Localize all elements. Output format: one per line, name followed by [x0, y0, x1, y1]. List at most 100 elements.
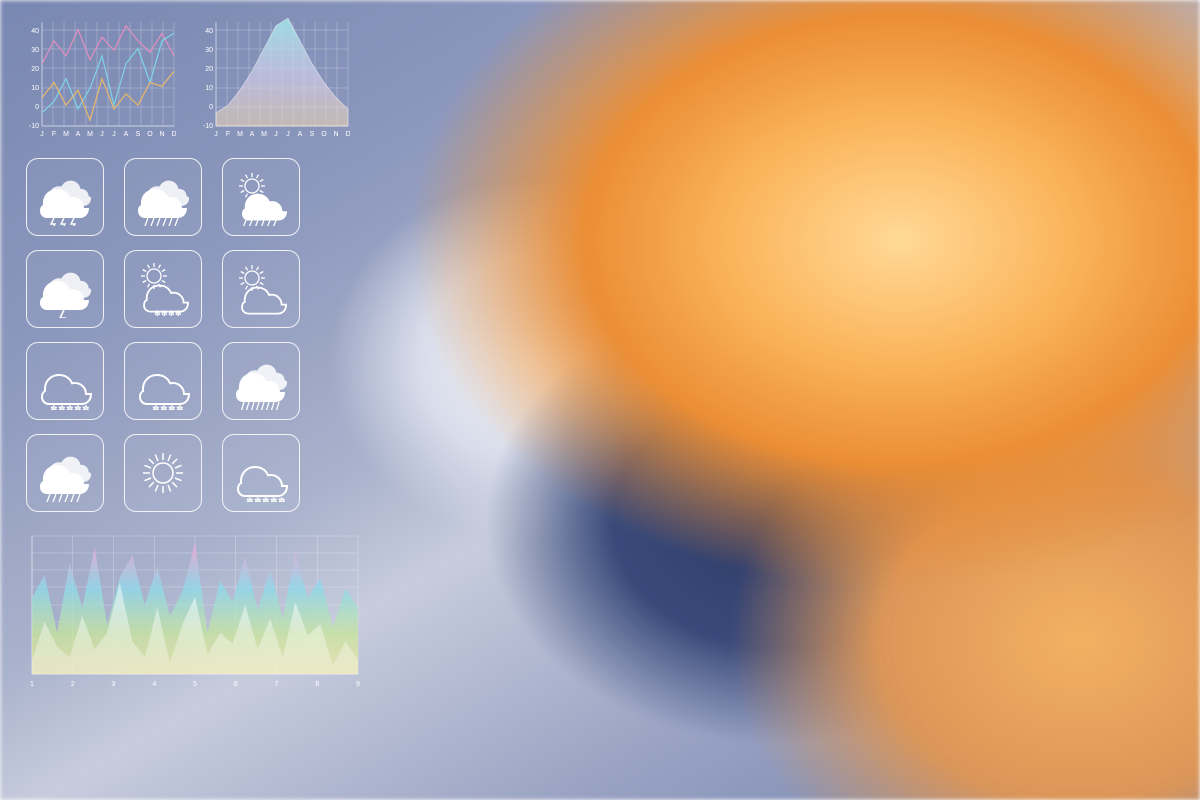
- svg-text:S: S: [310, 131, 315, 138]
- svg-text:O: O: [147, 131, 153, 138]
- svg-text:✽: ✽: [176, 404, 184, 410]
- svg-text:40: 40: [31, 28, 39, 35]
- chart-top-left: 40 30 20 10 0 -10 JFMAMJJASOND: [26, 14, 176, 144]
- svg-text:✽: ✽: [278, 496, 286, 502]
- weather-overlay-panel: 40 30 20 10 0 -10 JFMAMJJASOND: [26, 14, 410, 786]
- svg-text:✽: ✽: [168, 309, 175, 318]
- chart-series: [32, 543, 358, 674]
- svg-text:20: 20: [31, 66, 39, 73]
- x-tick-labels: JFMAMJJASOND: [214, 131, 350, 138]
- svg-text:20: 20: [205, 66, 213, 73]
- svg-text:✽: ✽: [175, 309, 182, 318]
- sun-showers-icon-glyph: [232, 168, 290, 226]
- svg-text:A: A: [298, 131, 303, 138]
- svg-text:J: J: [40, 131, 44, 138]
- top-charts-row: 40 30 20 10 0 -10 JFMAMJJASOND: [26, 14, 410, 144]
- svg-text:✽: ✽: [262, 496, 270, 502]
- svg-text:✽: ✽: [152, 404, 160, 410]
- svg-text:✽: ✽: [160, 404, 168, 410]
- sunny-icon-glyph: [134, 444, 192, 502]
- svg-text:40: 40: [205, 28, 213, 35]
- sleet-icon[interactable]: ✽✽✽✽: [124, 342, 202, 420]
- snow-icon-glyph: ✽✽✽✽✽: [36, 352, 94, 410]
- sunny-icon[interactable]: [124, 434, 202, 512]
- svg-text:N: N: [159, 131, 164, 138]
- svg-text:M: M: [237, 131, 243, 138]
- svg-text:✽: ✽: [74, 404, 82, 410]
- svg-text:N: N: [333, 131, 338, 138]
- cloud-snow-icon[interactable]: ✽✽✽✽✽: [222, 434, 300, 512]
- svg-text:10: 10: [205, 85, 213, 92]
- svg-text:-10: -10: [29, 123, 39, 130]
- svg-text:J: J: [274, 131, 278, 138]
- cloud-snow-icon-glyph: ✽✽✽✽✽: [232, 444, 290, 502]
- svg-text:M: M: [261, 131, 267, 138]
- svg-text:✽: ✽: [50, 404, 58, 410]
- svg-text:10: 10: [31, 85, 39, 92]
- chart-bottom: 123456789: [26, 532, 410, 692]
- svg-text:✽: ✽: [254, 496, 262, 502]
- svg-text:✽: ✽: [246, 496, 254, 502]
- svg-text:✽: ✽: [58, 404, 66, 410]
- partly-cloudy-snow-icon[interactable]: ✽✽✽✽: [124, 250, 202, 328]
- svg-text:1: 1: [30, 681, 34, 688]
- svg-text:J: J: [214, 131, 218, 138]
- heavy-rain-icon-glyph: [232, 352, 290, 410]
- svg-text:30: 30: [205, 47, 213, 54]
- svg-text:8: 8: [315, 681, 319, 688]
- svg-text:3: 3: [112, 681, 116, 688]
- svg-text:30: 30: [31, 47, 39, 54]
- heavy-rain-icon[interactable]: [222, 342, 300, 420]
- y-tick-labels: 40 30 20 10 0 -10: [203, 28, 213, 130]
- svg-text:5: 5: [193, 681, 197, 688]
- svg-text:M: M: [87, 131, 93, 138]
- partly-cloudy-icon-glyph: [232, 260, 290, 318]
- svg-text:2: 2: [71, 681, 75, 688]
- svg-text:✽: ✽: [154, 309, 161, 318]
- thunderstorm-icon-glyph: [36, 168, 94, 226]
- svg-text:✽: ✽: [168, 404, 176, 410]
- svg-text:✽: ✽: [270, 496, 278, 502]
- showers-icon[interactable]: [124, 158, 202, 236]
- rain-icon-glyph: [36, 444, 94, 502]
- svg-text:✽: ✽: [66, 404, 74, 410]
- lightning-icon-glyph: [36, 260, 94, 318]
- svg-text:A: A: [76, 131, 81, 138]
- svg-text:A: A: [250, 131, 255, 138]
- svg-text:9: 9: [356, 681, 360, 688]
- svg-text:J: J: [286, 131, 290, 138]
- svg-text:D: D: [345, 131, 350, 138]
- svg-text:M: M: [63, 131, 69, 138]
- sleet-icon-glyph: ✽✽✽✽: [134, 352, 192, 410]
- svg-text:D: D: [171, 131, 176, 138]
- thunderstorm-icon[interactable]: [26, 158, 104, 236]
- svg-text:7: 7: [275, 681, 279, 688]
- svg-text:0: 0: [35, 104, 39, 111]
- svg-text:4: 4: [152, 681, 156, 688]
- chart-top-right: 40 30 20 10 0 -10 JFMAMJJASOND: [200, 14, 350, 144]
- svg-text:A: A: [124, 131, 129, 138]
- svg-text:0: 0: [209, 104, 213, 111]
- showers-icon-glyph: [134, 168, 192, 226]
- svg-text:J: J: [100, 131, 104, 138]
- svg-text:J: J: [112, 131, 116, 138]
- lightning-icon[interactable]: [26, 250, 104, 328]
- weather-icon-grid: ✽✽✽✽✽✽✽✽✽✽✽✽✽✽✽✽✽✽: [26, 158, 410, 512]
- sun-showers-icon[interactable]: [222, 158, 300, 236]
- svg-text:O: O: [321, 131, 327, 138]
- rain-icon[interactable]: [26, 434, 104, 512]
- svg-text:S: S: [136, 131, 141, 138]
- chart-series: [216, 18, 348, 126]
- y-tick-labels: 40 30 20 10 0 -10: [29, 28, 39, 130]
- partly-cloudy-icon[interactable]: [222, 250, 300, 328]
- snow-icon[interactable]: ✽✽✽✽✽: [26, 342, 104, 420]
- x-tick-labels: 123456789: [30, 681, 360, 688]
- x-tick-labels: JFMAMJJASOND: [40, 131, 176, 138]
- svg-text:✽: ✽: [161, 309, 168, 318]
- svg-text:✽: ✽: [82, 404, 90, 410]
- partly-cloudy-snow-icon-glyph: ✽✽✽✽: [134, 260, 192, 318]
- svg-text:F: F: [226, 131, 230, 138]
- svg-text:-10: -10: [203, 123, 213, 130]
- chart-gridlines: [42, 22, 174, 126]
- svg-text:F: F: [52, 131, 56, 138]
